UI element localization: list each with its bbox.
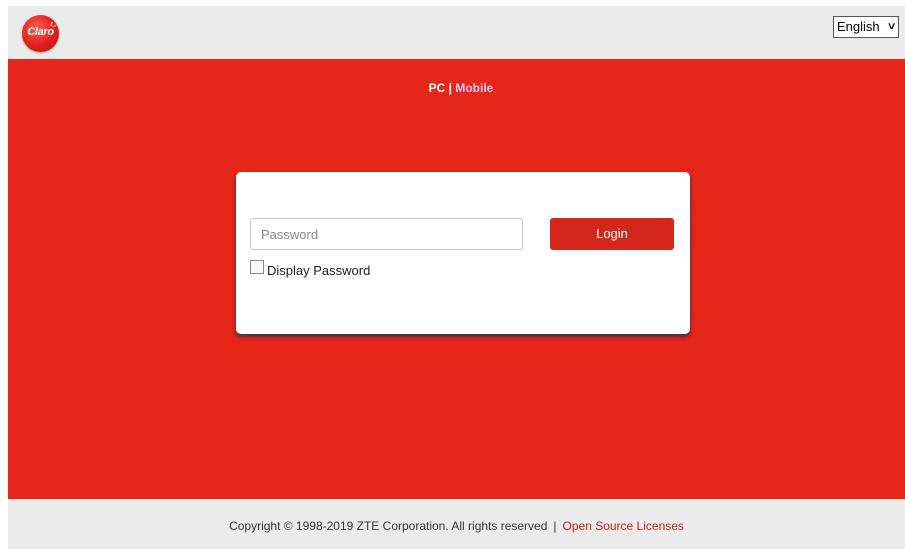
chevron-down-icon: ∨	[886, 21, 897, 32]
footer: Copyright © 1998-2019 ZTE Corporation. A…	[8, 499, 905, 549]
display-password-label: Display Password	[267, 263, 371, 278]
header: Claro English ∨	[8, 6, 905, 59]
password-placeholder: Password	[261, 227, 319, 242]
login-panel: Password Login Display Password	[236, 172, 690, 334]
mobile-view-link[interactable]: Mobile	[455, 81, 493, 95]
password-input[interactable]: Password	[250, 218, 523, 250]
page: Claro English ∨ PC | Mobile Password Log…	[8, 6, 905, 549]
language-select[interactable]: English ∨	[833, 16, 899, 38]
view-switch: PC | Mobile	[8, 81, 905, 95]
open-source-licenses-link[interactable]: Open Source Licenses	[563, 519, 684, 533]
login-area: PC | Mobile Password Login Display Passw…	[8, 59, 905, 499]
pc-view-link[interactable]: PC	[429, 81, 446, 95]
login-button[interactable]: Login	[550, 218, 674, 250]
language-select-value: English	[837, 19, 880, 34]
footer-separator: |	[553, 519, 557, 533]
copyright-text: Copyright © 1998-2019 ZTE Corporation. A…	[229, 519, 548, 533]
checkbox-icon[interactable]	[250, 260, 264, 274]
claro-logo-icon: Claro	[22, 15, 59, 52]
view-switch-separator: |	[448, 81, 453, 95]
logo-rays	[49, 21, 57, 28]
